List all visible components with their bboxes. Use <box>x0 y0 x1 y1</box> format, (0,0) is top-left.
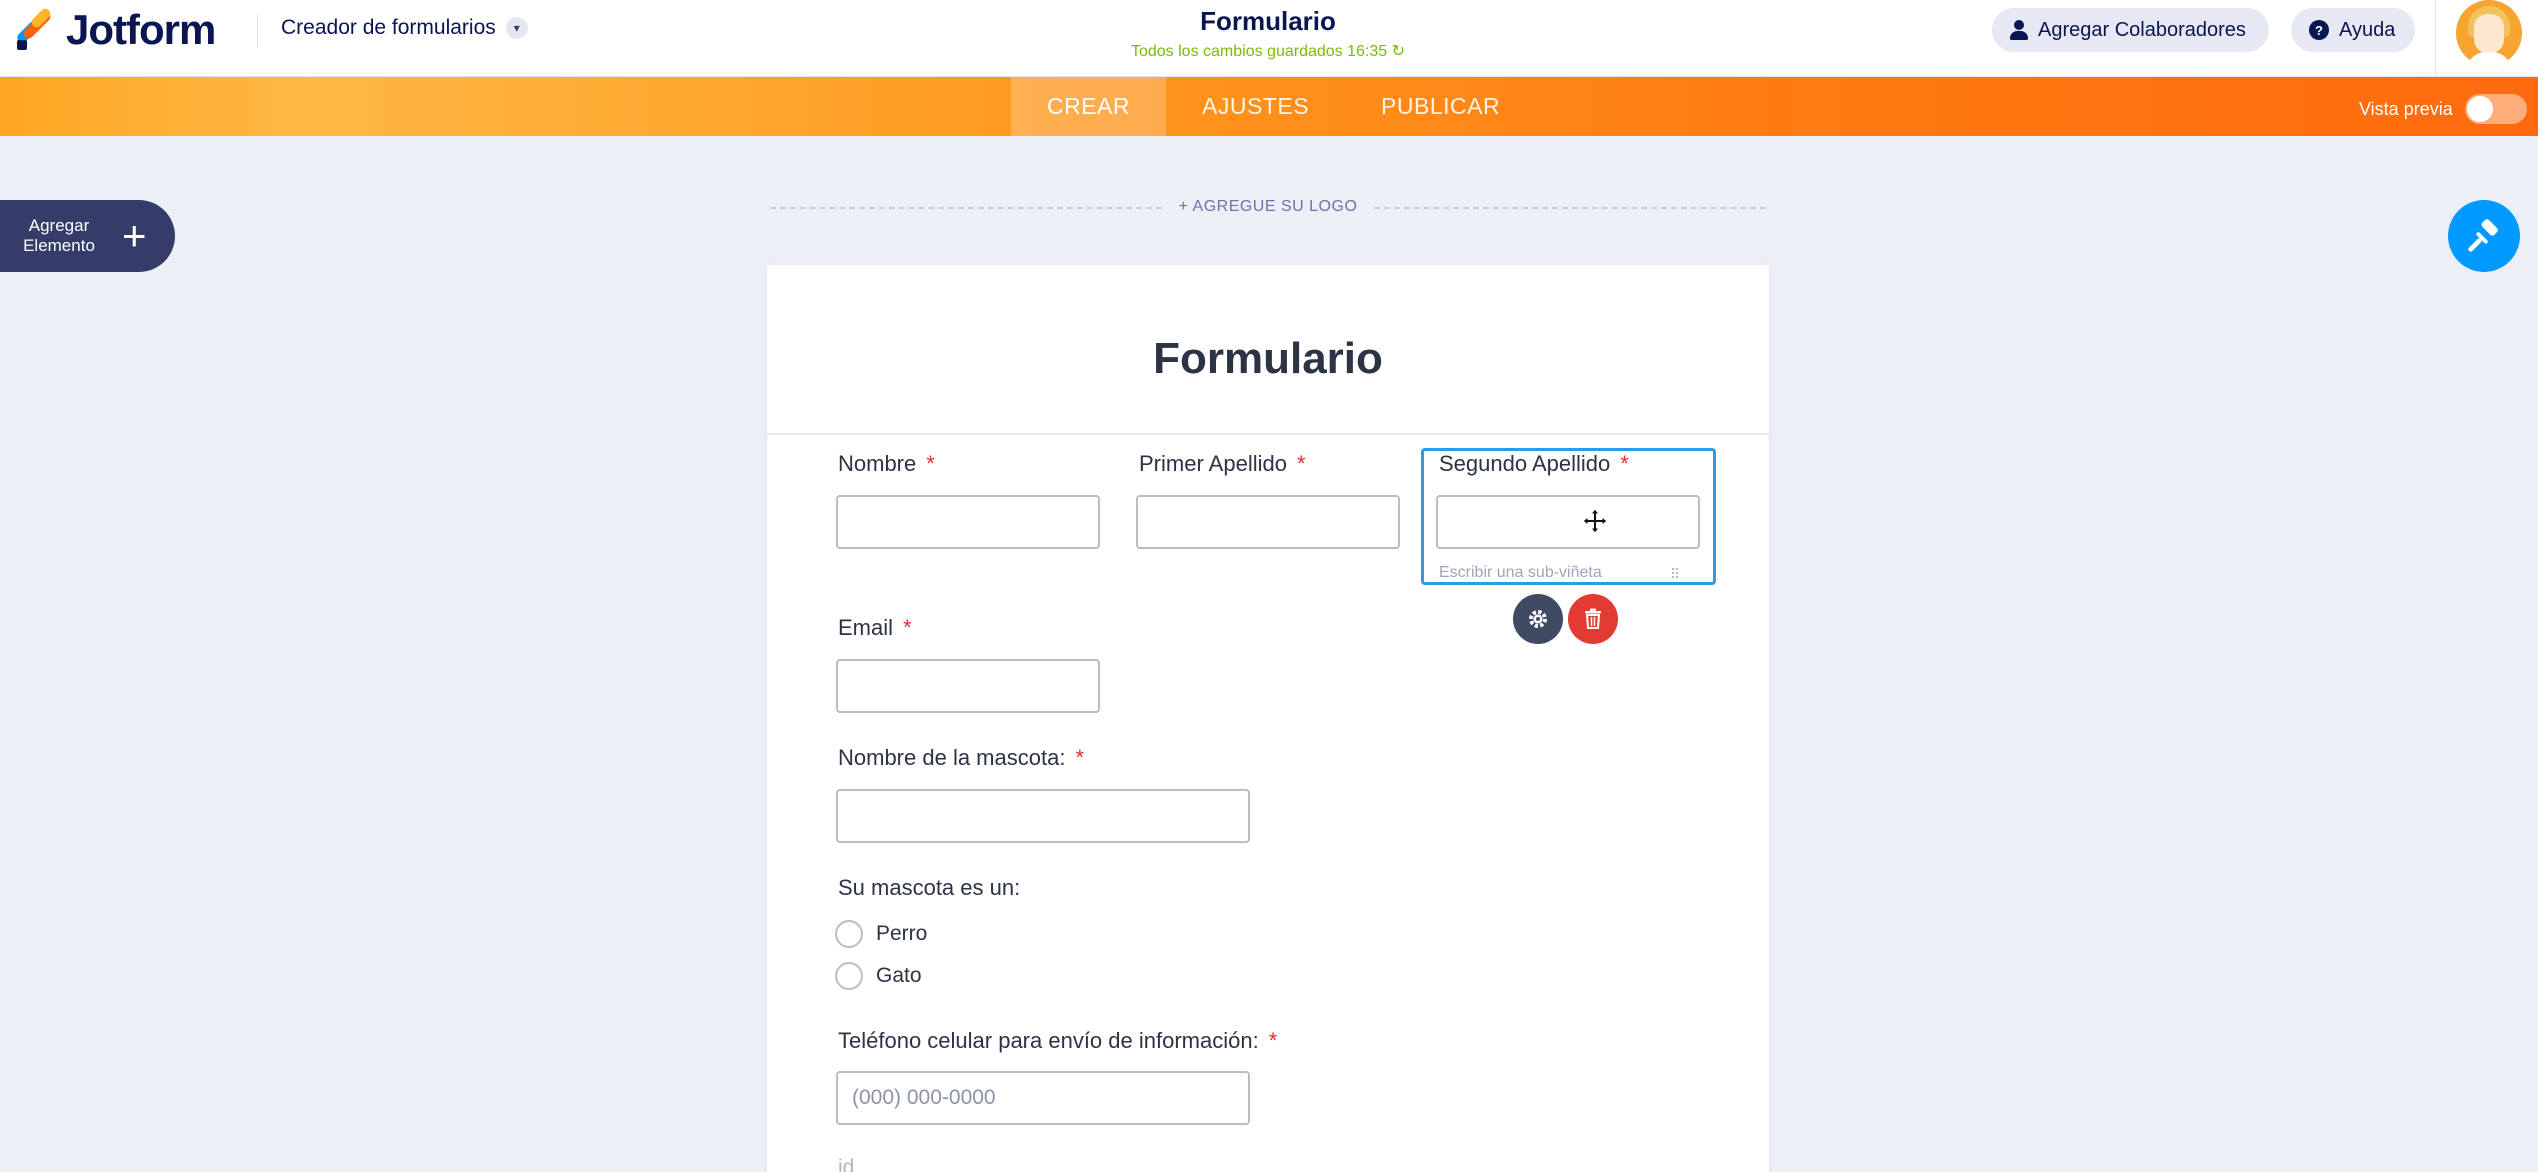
jotform-logo[interactable]: Jotform <box>14 6 216 54</box>
help-label: Ayuda <box>2339 18 2396 41</box>
telefono-label[interactable]: Teléfono celular para envío de informaci… <box>838 1028 1277 1054</box>
add-collaborators-label: Agregar Colaboradores <box>2038 18 2246 41</box>
form-designer-button[interactable] <box>2448 200 2520 272</box>
avatar[interactable] <box>2456 0 2522 66</box>
user-icon <box>2010 20 2028 40</box>
radio-perro[interactable] <box>835 920 863 948</box>
add-element-label: Agregar Elemento <box>23 216 95 255</box>
radio-perro-label[interactable]: Perro <box>876 922 927 946</box>
field-settings-button[interactable] <box>1513 594 1563 644</box>
next-field-label-partial[interactable]: id <box>838 1156 854 1172</box>
tab-ajustes[interactable]: AJUSTES <box>1166 77 1345 136</box>
chevron-down-icon: ▾ <box>505 17 528 39</box>
nombre-label[interactable]: Nombre * <box>838 451 935 477</box>
telefono-placeholder: (000) 000-0000 <box>852 1086 996 1109</box>
segundo-apellido-label[interactable]: Segundo Apellido * <box>1439 451 1629 477</box>
preview-toggle-area: Vista previa <box>2359 94 2527 124</box>
radio-gato[interactable] <box>835 962 863 990</box>
top-header: Jotform Creador de formularios ▾ Formula… <box>0 0 2538 77</box>
resize-handle-icon[interactable]: ⠿ <box>1670 566 1682 583</box>
sub-label-input[interactable]: Escribir una sub-viñeta <box>1439 564 1602 582</box>
nombre-input[interactable] <box>836 495 1100 549</box>
form-heading[interactable]: Formulario <box>1153 334 1383 384</box>
trash-icon <box>1585 608 1601 629</box>
primer-apellido-input[interactable] <box>1136 495 1400 549</box>
builder-nav: CREAR AJUSTES PUBLICAR Vista previa <box>0 77 2538 136</box>
tab-publicar[interactable]: PUBLICAR <box>1345 77 1536 136</box>
refresh-icon: ↻ <box>1391 43 1406 60</box>
move-cursor-icon <box>1582 508 1608 534</box>
form-header[interactable]: Formulario <box>767 265 1769 435</box>
add-collaborators-button[interactable]: Agregar Colaboradores <box>1992 8 2269 52</box>
telefono-input[interactable]: (000) 000-0000 <box>836 1071 1250 1125</box>
add-logo-link[interactable]: + AGREGUE SU LOGO <box>1162 198 1374 216</box>
mascota-tipo-label[interactable]: Su mascota es un: <box>838 875 1020 901</box>
jotform-logo-mark-icon <box>14 6 56 51</box>
save-status-text: Todos los cambios guardados 16:35 <box>1130 43 1388 60</box>
segundo-apellido-input[interactable] <box>1436 495 1700 549</box>
paint-roller-icon <box>2468 219 2498 252</box>
form-title-area: Formulario Todos los cambios guardados 1… <box>1100 6 1436 61</box>
field-delete-button[interactable] <box>1568 594 1618 644</box>
builder-tabs: CREAR AJUSTES PUBLICAR <box>1011 77 1536 136</box>
gear-icon <box>1529 610 1547 628</box>
form-title[interactable]: Formulario <box>1100 6 1436 37</box>
builder-menu-dropdown[interactable]: Creador de formularios ▾ <box>281 16 528 40</box>
mascota-nombre-input[interactable] <box>836 789 1250 843</box>
preview-toggle[interactable] <box>2464 94 2527 124</box>
preview-label: Vista previa <box>2359 98 2453 119</box>
tab-crear[interactable]: CREAR <box>1011 77 1167 136</box>
help-button[interactable]: ? Ayuda <box>2291 8 2415 52</box>
header-divider <box>257 14 258 48</box>
email-label[interactable]: Email * <box>838 615 912 641</box>
add-logo-row[interactable]: + AGREGUE SU LOGO <box>770 196 1766 218</box>
plus-icon: + <box>122 212 147 259</box>
mascota-nombre-label[interactable]: Nombre de la mascota: * <box>838 745 1084 771</box>
email-input[interactable] <box>836 659 1100 713</box>
brand-name: Jotform <box>66 6 216 53</box>
save-status: Todos los cambios guardados 16:35 ↻ <box>1100 41 1436 61</box>
builder-menu-label: Creador de formularios <box>281 16 496 39</box>
add-element-button[interactable]: Agregar Elemento + <box>0 200 175 272</box>
help-icon: ? <box>2309 20 2329 40</box>
radio-gato-label[interactable]: Gato <box>876 964 922 988</box>
primer-apellido-label[interactable]: Primer Apellido * <box>1139 451 1306 477</box>
header-divider-right <box>2435 0 2436 77</box>
